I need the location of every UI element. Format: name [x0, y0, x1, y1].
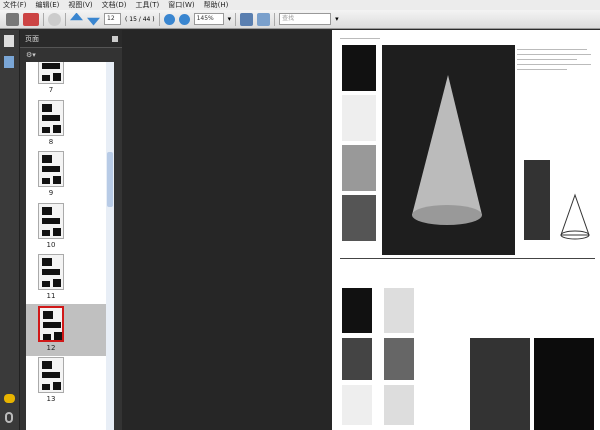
page-count: ( 15 / 44 ) [125, 15, 155, 23]
image [342, 45, 376, 91]
panel-options-icon[interactable] [112, 35, 118, 42]
menu-edit[interactable]: 编辑(E) [36, 0, 60, 10]
gear-icon[interactable]: ⚙▾ [26, 51, 36, 59]
menu-view[interactable]: 视图(V) [68, 0, 92, 10]
print-icon[interactable] [6, 12, 19, 26]
separator [158, 12, 160, 26]
image [384, 385, 414, 425]
email-icon[interactable] [23, 12, 39, 26]
scrollbar-thumb[interactable] [107, 152, 113, 207]
page-thumbnail[interactable] [38, 305, 64, 342]
separator [43, 12, 44, 26]
zoom-in-icon[interactable] [178, 13, 190, 25]
fit-page-icon[interactable] [240, 12, 254, 26]
chevron-down-icon[interactable]: ▾ [335, 15, 339, 23]
image [384, 338, 414, 380]
page-thumbnail[interactable] [38, 151, 64, 187]
zoom-select[interactable]: 145% [193, 13, 224, 25]
comments-icon[interactable] [4, 394, 15, 403]
separator [274, 12, 276, 26]
menu-window[interactable]: 窗口(W) [168, 0, 194, 10]
image [342, 195, 376, 241]
search-input[interactable]: 查找 [279, 13, 332, 25]
page-thumbnail-label: 8 [48, 137, 54, 146]
bookmarks-icon[interactable] [4, 56, 14, 68]
zoom-out-icon[interactable] [163, 13, 175, 25]
toolbar: 12 ( 15 / 44 ) 145% ▾ 查找 ▾ [0, 10, 600, 29]
collaborate-icon[interactable] [48, 12, 61, 26]
cone-drawing [382, 45, 515, 255]
navigation-pane-icons [0, 30, 20, 430]
next-page-icon[interactable] [87, 17, 100, 26]
page-number-input[interactable]: 12 [104, 13, 121, 25]
document-background [122, 30, 332, 430]
fit-width-icon[interactable] [257, 12, 271, 26]
page-thumbnail-label: 12 [46, 343, 56, 352]
scrollbar[interactable] [106, 62, 114, 430]
thumbnail-list: 7 8 9 10 11 12 13 [26, 62, 114, 430]
image [342, 338, 372, 380]
page-thumbnail-label: 11 [46, 292, 56, 300]
page-thumbnail[interactable] [38, 254, 64, 290]
chevron-down-icon[interactable]: ▾ [228, 15, 232, 23]
page-thumbnail[interactable] [38, 357, 64, 393]
menu-tools[interactable]: 工具(T) [136, 0, 160, 10]
page-thumbnail[interactable] [38, 62, 64, 84]
image [342, 385, 372, 425]
thumbnail-options[interactable]: ⚙▾ [20, 48, 122, 62]
text-column [517, 45, 595, 74]
panel-header: 页面 [20, 30, 122, 48]
image [342, 145, 376, 191]
cone-sketch [560, 193, 590, 240]
document-page [332, 30, 600, 430]
text-box [524, 160, 550, 240]
menu-file[interactable]: 文件(F) [3, 0, 27, 10]
page-thumbnail-label: 13 [46, 395, 56, 403]
page-thumbnail-label: 10 [46, 240, 56, 249]
separator [235, 12, 237, 26]
menu-help[interactable]: 帮助(H) [204, 0, 229, 10]
pages-panel: 页面 ⚙▾ 7 8 9 10 11 12 13 [20, 30, 122, 430]
image [470, 338, 530, 430]
image [384, 288, 414, 333]
separator [65, 12, 66, 26]
page-thumbnail[interactable] [38, 99, 64, 136]
panel-title: 页面 [25, 34, 39, 43]
image [342, 95, 376, 141]
image [342, 288, 372, 333]
page-thumbnail[interactable] [38, 202, 64, 239]
divider [340, 258, 595, 259]
text-line [340, 38, 380, 39]
page-thumbnail-label: 9 [48, 189, 54, 197]
menu-bar: 文件(F) 编辑(E) 视图(V) 文档(D) 工具(T) 窗口(W) 帮助(H… [0, 0, 600, 10]
page-thumbnail-label: 7 [48, 86, 54, 94]
image [534, 338, 594, 430]
previous-page-icon[interactable] [70, 12, 83, 21]
attachment-icon[interactable] [5, 412, 13, 423]
pages-icon[interactable] [4, 35, 14, 47]
menu-document[interactable]: 文档(D) [102, 0, 127, 10]
